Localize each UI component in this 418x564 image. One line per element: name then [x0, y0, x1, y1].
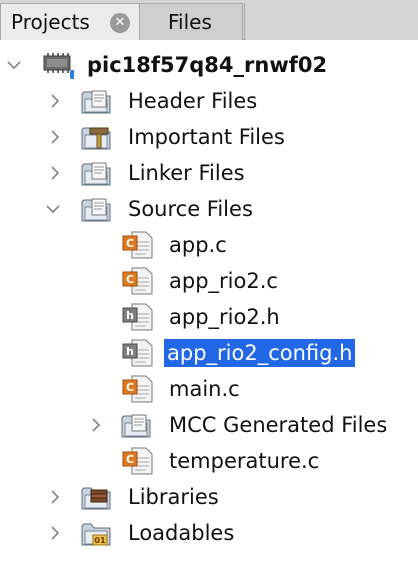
file-label: temperature.c — [169, 449, 320, 473]
file-label: app_rio2.h — [169, 305, 280, 329]
c-file-icon: C — [122, 375, 153, 403]
file-item-main-c[interactable]: C main.c — [0, 371, 418, 407]
chip-project-icon — [43, 53, 74, 79]
tree-item-label: Source Files — [128, 197, 253, 221]
svg-text:C: C — [126, 453, 134, 466]
file-label-selected: app_rio2_config.h — [164, 339, 356, 367]
tab-bar: Projects ✕ Files — [0, 0, 418, 40]
tab-projects[interactable]: Projects ✕ — [0, 3, 140, 40]
file-label: app.c — [169, 233, 227, 257]
tree-item-libraries[interactable]: Libraries — [0, 479, 418, 515]
important-folder-icon — [81, 127, 111, 150]
tree-item-label: MCC Generated Files — [169, 413, 388, 437]
tree-item-mcc-generated-files[interactable]: MCC Generated Files — [0, 407, 418, 443]
tree-item-label: Libraries — [128, 485, 219, 509]
tree-root[interactable]: pic18f57q84_rnwf02 — [0, 47, 418, 83]
tree-item-linker-files[interactable]: Linker Files — [0, 155, 418, 191]
chevron-right-icon[interactable] — [47, 489, 63, 505]
chevron-right-icon[interactable] — [88, 417, 104, 433]
folder-icon — [81, 162, 111, 186]
library-folder-icon — [81, 487, 111, 510]
svg-text:C: C — [126, 237, 134, 250]
tree-item-label: Loadables — [128, 521, 235, 545]
c-file-icon: C — [122, 447, 153, 475]
chevron-down-icon[interactable] — [6, 57, 22, 73]
svg-text:h: h — [126, 345, 134, 358]
tree-item-label: Important Files — [128, 125, 285, 149]
tree-item-loadables[interactable]: 01 Loadables — [0, 515, 418, 551]
tab-projects-label: Projects — [11, 10, 90, 34]
file-item-temperature-c[interactable]: C temperature.c — [0, 443, 418, 479]
file-label: app_rio2.c — [169, 269, 278, 293]
tree-item-header-files[interactable]: Header Files — [0, 83, 418, 119]
folder-icon — [81, 90, 111, 114]
c-file-icon: C — [122, 267, 153, 295]
file-item-app-rio2-config-h[interactable]: h app_rio2_config.h — [0, 335, 418, 371]
h-file-icon: h — [122, 303, 153, 331]
c-file-icon: C — [122, 231, 153, 259]
folder-icon — [121, 414, 151, 438]
svg-text:h: h — [126, 309, 134, 322]
file-item-app-c[interactable]: C app.c — [0, 227, 418, 263]
chevron-right-icon[interactable] — [47, 525, 63, 541]
file-item-app-rio2-h[interactable]: h app_rio2.h — [0, 299, 418, 335]
project-tree: pic18f57q84_rnwf02 Header Files Importan… — [0, 40, 418, 564]
tab-files-label: Files — [168, 10, 212, 34]
tab-files[interactable]: Files — [140, 3, 243, 40]
svg-text:C: C — [126, 273, 134, 286]
file-label: main.c — [169, 377, 240, 401]
tree-item-important-files[interactable]: Important Files — [0, 119, 418, 155]
chevron-right-icon[interactable] — [47, 165, 63, 181]
tree-item-source-files[interactable]: Source Files — [0, 191, 418, 227]
svg-text:C: C — [126, 381, 134, 394]
chevron-right-icon[interactable] — [47, 129, 63, 145]
tab-bar-filler — [244, 3, 418, 40]
tree-item-label: Header Files — [128, 89, 258, 113]
folder-icon — [81, 198, 111, 222]
chevron-right-icon[interactable] — [47, 93, 63, 109]
close-icon[interactable]: ✕ — [110, 13, 130, 33]
h-file-icon: h — [122, 339, 153, 367]
project-name: pic18f57q84_rnwf02 — [87, 53, 328, 77]
tree-item-label: Linker Files — [128, 161, 245, 185]
loadables-folder-icon: 01 — [81, 523, 111, 546]
chevron-down-icon[interactable] — [45, 201, 61, 217]
file-item-app-rio2-c[interactable]: C app_rio2.c — [0, 263, 418, 299]
svg-text:01: 01 — [94, 536, 106, 545]
